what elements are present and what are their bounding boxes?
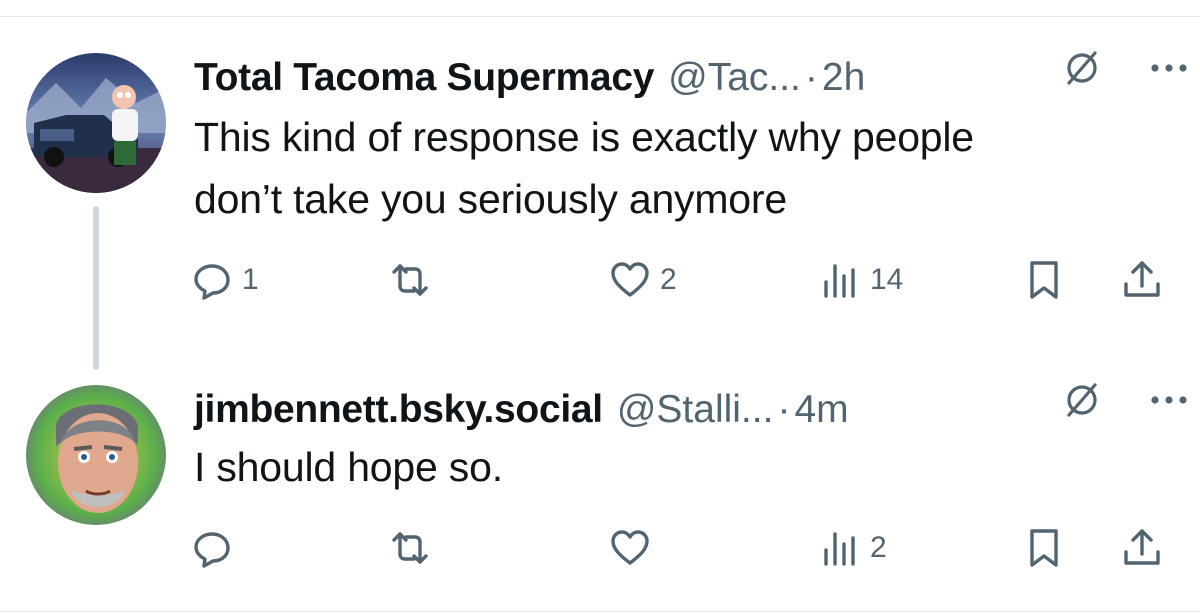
reply-icon [190,258,234,302]
bookmark-icon [1022,258,1066,302]
share-button[interactable] [1120,518,1164,578]
post-text: This kind of response is exactly why peo… [194,106,1140,230]
views-icon [818,526,862,570]
view-count: 2 [870,531,887,564]
repost-button[interactable] [388,518,440,578]
grok-icon[interactable] [1060,46,1104,90]
action-bar: 2 [190,518,1180,578]
repost-icon [388,526,432,570]
post-timestamp[interactable]: 4m [794,386,848,434]
thread-view: Total Tacoma Supermacy @Tac... · 2h This… [0,0,1200,614]
post-timestamp[interactable]: 2h [822,54,865,102]
author-handle[interactable]: @Stalli... [617,386,774,434]
share-icon [1120,526,1164,570]
post-header: jimbennett.bsky.social @Stalli... · 4m [194,386,1176,434]
like-button[interactable] [608,518,660,578]
repost-icon [388,258,432,302]
share-icon [1120,258,1164,302]
avatar[interactable] [26,53,166,193]
post-text-line: don’t take you seriously anymore [194,176,787,222]
divider [0,16,1200,17]
post-text-line: This kind of response is exactly why peo… [194,114,974,160]
reply-count: 1 [242,263,259,296]
post-text-line: I should hope so. [194,444,503,490]
separator: · [777,388,791,431]
more-icon[interactable] [1146,378,1192,422]
like-count: 2 [660,263,677,296]
view-count: 14 [870,263,904,296]
action-bar: 1 2 14 [190,250,1180,310]
author-display-name[interactable]: jimbennett.bsky.social [194,386,603,434]
like-button[interactable]: 2 [608,250,677,310]
views-icon [818,258,862,302]
author-handle[interactable]: @Tac... [668,54,801,102]
reply-button[interactable]: 1 [190,250,259,310]
bookmark-button[interactable] [1022,518,1066,578]
more-icon[interactable] [1146,46,1192,90]
author-display-name[interactable]: Total Tacoma Supermacy [194,54,654,102]
reply-icon [190,526,234,570]
post[interactable]: jimbennett.bsky.social @Stalli... · 4m I… [0,372,1200,602]
reply-button[interactable] [190,518,242,578]
views-button[interactable]: 14 [818,250,903,310]
post-text: I should hope so. [194,436,1140,498]
repost-button[interactable] [388,250,440,310]
post[interactable]: Total Tacoma Supermacy @Tac... · 2h This… [0,40,1200,330]
heart-icon [608,526,652,570]
views-button[interactable]: 2 [818,518,887,578]
post-header: Total Tacoma Supermacy @Tac... · 2h [194,54,1176,102]
share-button[interactable] [1120,250,1164,310]
separator: · [804,56,818,99]
avatar[interactable] [26,385,166,525]
bookmark-button[interactable] [1022,250,1066,310]
bookmark-icon [1022,526,1066,570]
divider [0,611,1200,612]
grok-icon[interactable] [1060,378,1104,422]
heart-icon [608,258,652,302]
